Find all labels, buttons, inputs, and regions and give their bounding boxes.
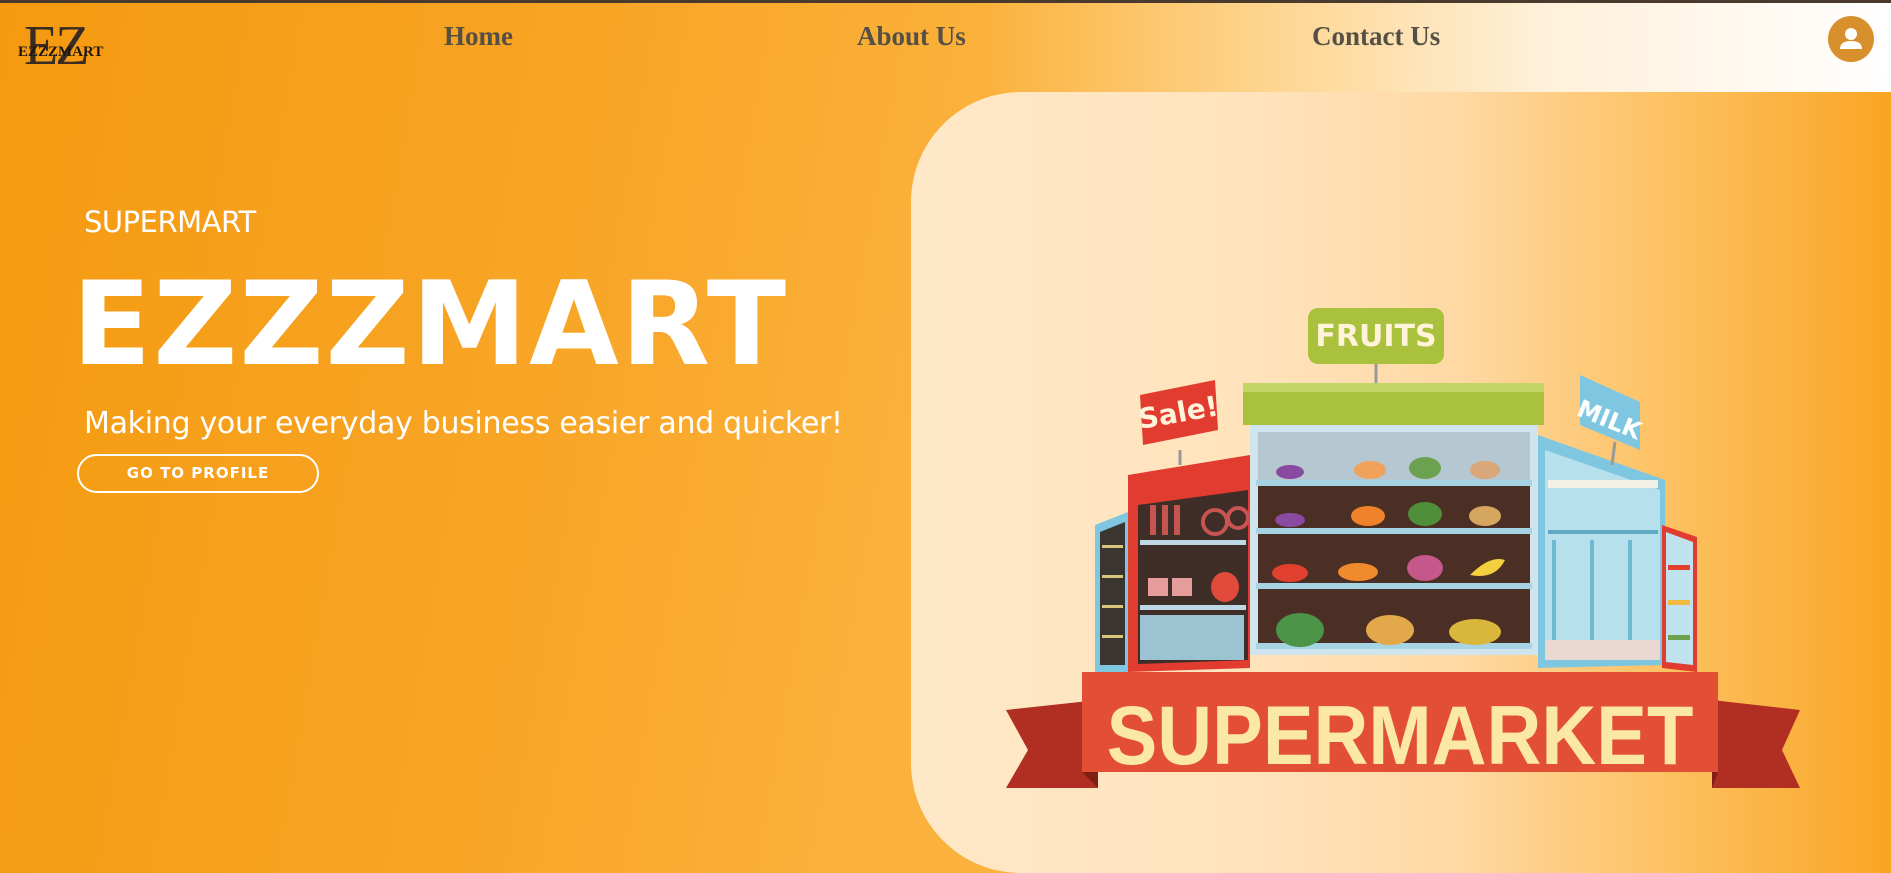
hero-subtitle: SUPERMART — [84, 205, 256, 239]
nav-contact-link[interactable]: Contact Us — [1312, 21, 1440, 52]
logo[interactable]: EZ EZZZMART — [18, 17, 110, 77]
supermarket-illustration: Sale! FRUITS MILK SUPERMARKET — [1006, 308, 1800, 788]
fruit-shelf — [1243, 383, 1544, 655]
fruits-sign-text: FRUITS — [1315, 319, 1436, 354]
banner-text: SUPERMARKET — [1107, 689, 1694, 782]
logo-text: EZZZMART — [18, 44, 104, 60]
sale-sign: Sale! — [1136, 380, 1221, 465]
nav-home-link[interactable]: Home — [444, 21, 513, 52]
right-fridge — [1538, 435, 1665, 668]
left-fridge — [1095, 512, 1128, 672]
go-to-profile-button[interactable]: GO TO PROFILE — [77, 454, 319, 493]
fruits-sign: FRUITS — [1308, 308, 1444, 383]
far-right-fridge — [1662, 525, 1697, 672]
supermarket-banner: SUPERMARKET — [1006, 672, 1800, 788]
red-shelf — [1128, 455, 1250, 672]
user-avatar-icon[interactable] — [1828, 16, 1874, 62]
hero-title: EZZZMART — [72, 257, 789, 392]
nav-about-link[interactable]: About Us — [857, 21, 966, 52]
hero-tagline: Making your everyday business easier and… — [84, 406, 843, 441]
navbar: EZ EZZZMART Home About Us Contact Us — [0, 3, 1891, 92]
